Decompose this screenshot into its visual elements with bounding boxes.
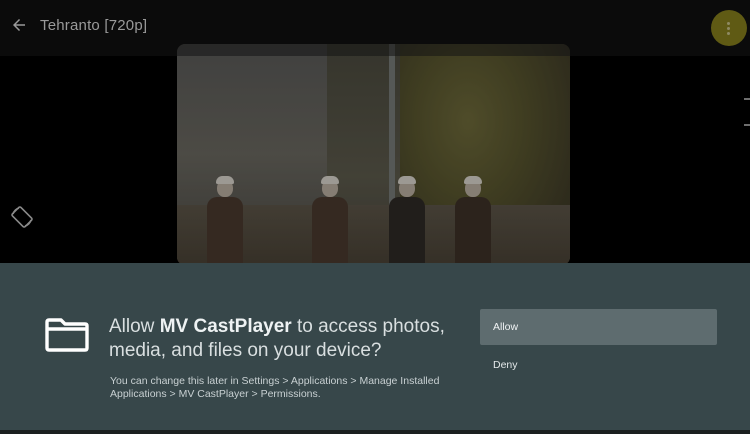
edge-marker [744,98,750,100]
screen-rotation-icon[interactable] [10,205,34,229]
bottom-edge [0,430,750,434]
screen: Tehranto [720p] Allow MV CastPlayer to a… [0,0,750,434]
folder-icon [45,318,89,352]
player-top-bar: Tehranto [720p] [0,0,750,56]
edge-marker [744,124,750,126]
more-vert-icon [727,22,730,25]
video-title: Tehranto [720p] [40,17,148,34]
permission-note: You can change this later in Settings > … [110,375,440,400]
permission-dialog: Allow MV CastPlayer to access photos, me… [0,263,750,434]
allow-button[interactable]: Allow [480,309,717,345]
app-name: MV CastPlayer [159,316,292,337]
arrow-back-icon[interactable] [10,16,28,34]
more-options-button[interactable] [711,10,747,46]
deny-button[interactable]: Deny [480,347,717,383]
prompt-prefix: Allow [109,316,160,337]
permission-prompt: Allow MV CastPlayer to access photos, me… [109,315,459,363]
